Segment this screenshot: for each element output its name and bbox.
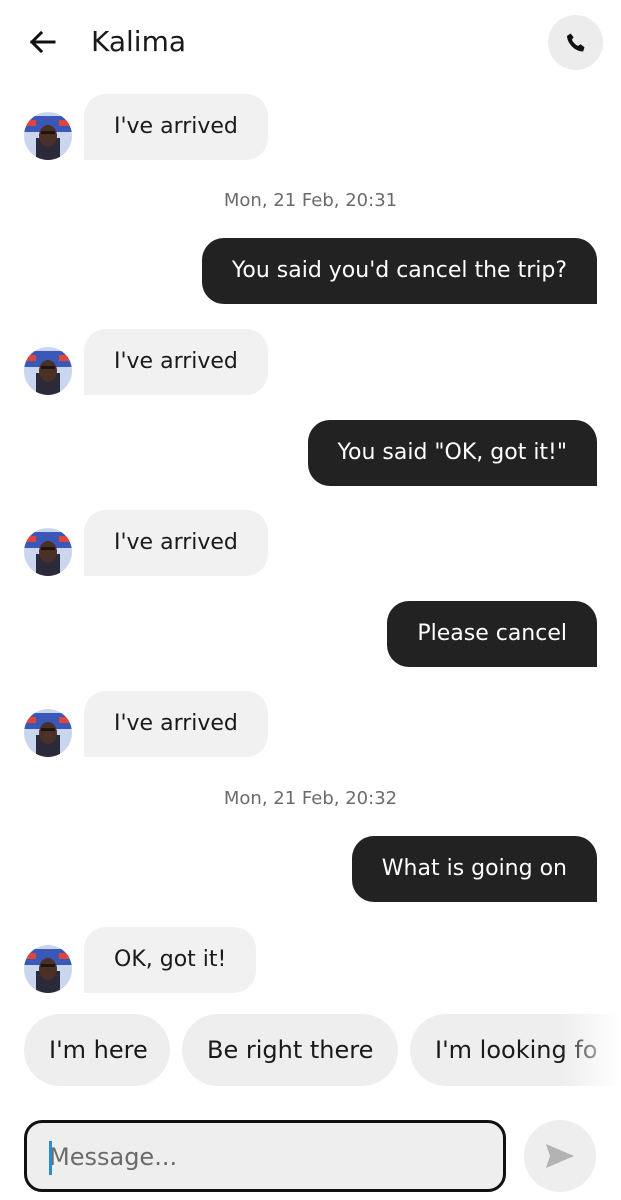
quick-reply-im-here[interactable]: I'm here <box>24 1014 170 1086</box>
incoming-message: I've arrived <box>84 329 268 395</box>
timestamp: Mon, 21 Feb, 20:32 <box>223 788 398 809</box>
incoming-message: I've arrived <box>84 94 268 160</box>
timestamp: Mon, 21 Feb, 20:31 <box>223 190 398 211</box>
avatar <box>24 709 72 757</box>
quick-reply-be-right-there[interactable]: Be right there <box>182 1014 398 1086</box>
incoming-message: I've arrived <box>84 510 268 576</box>
outgoing-message: You said you'd cancel the trip? <box>201 238 597 304</box>
send-button[interactable] <box>524 1120 596 1192</box>
avatar <box>24 112 72 160</box>
avatar <box>24 347 72 395</box>
outgoing-message: Please cancel <box>387 601 597 667</box>
text-caret <box>49 1141 52 1175</box>
incoming-message: I've arrived <box>84 691 268 757</box>
outgoing-message: You said "OK, got it!" <box>307 420 597 486</box>
send-icon <box>546 1144 574 1168</box>
message-thread: I've arrived Mon, 21 Feb, 20:31 You said… <box>0 0 621 1000</box>
avatar <box>24 528 72 576</box>
message-input[interactable] <box>49 1141 469 1173</box>
quick-replies: I'm here Be right there I'm looking fo <box>0 1014 621 1086</box>
message-composer[interactable] <box>24 1120 506 1192</box>
avatar <box>24 945 72 993</box>
incoming-message: OK, got it! <box>84 927 257 993</box>
outgoing-message: What is going on <box>351 836 597 902</box>
quick-reply-im-looking-for[interactable]: I'm looking fo <box>410 1014 621 1086</box>
